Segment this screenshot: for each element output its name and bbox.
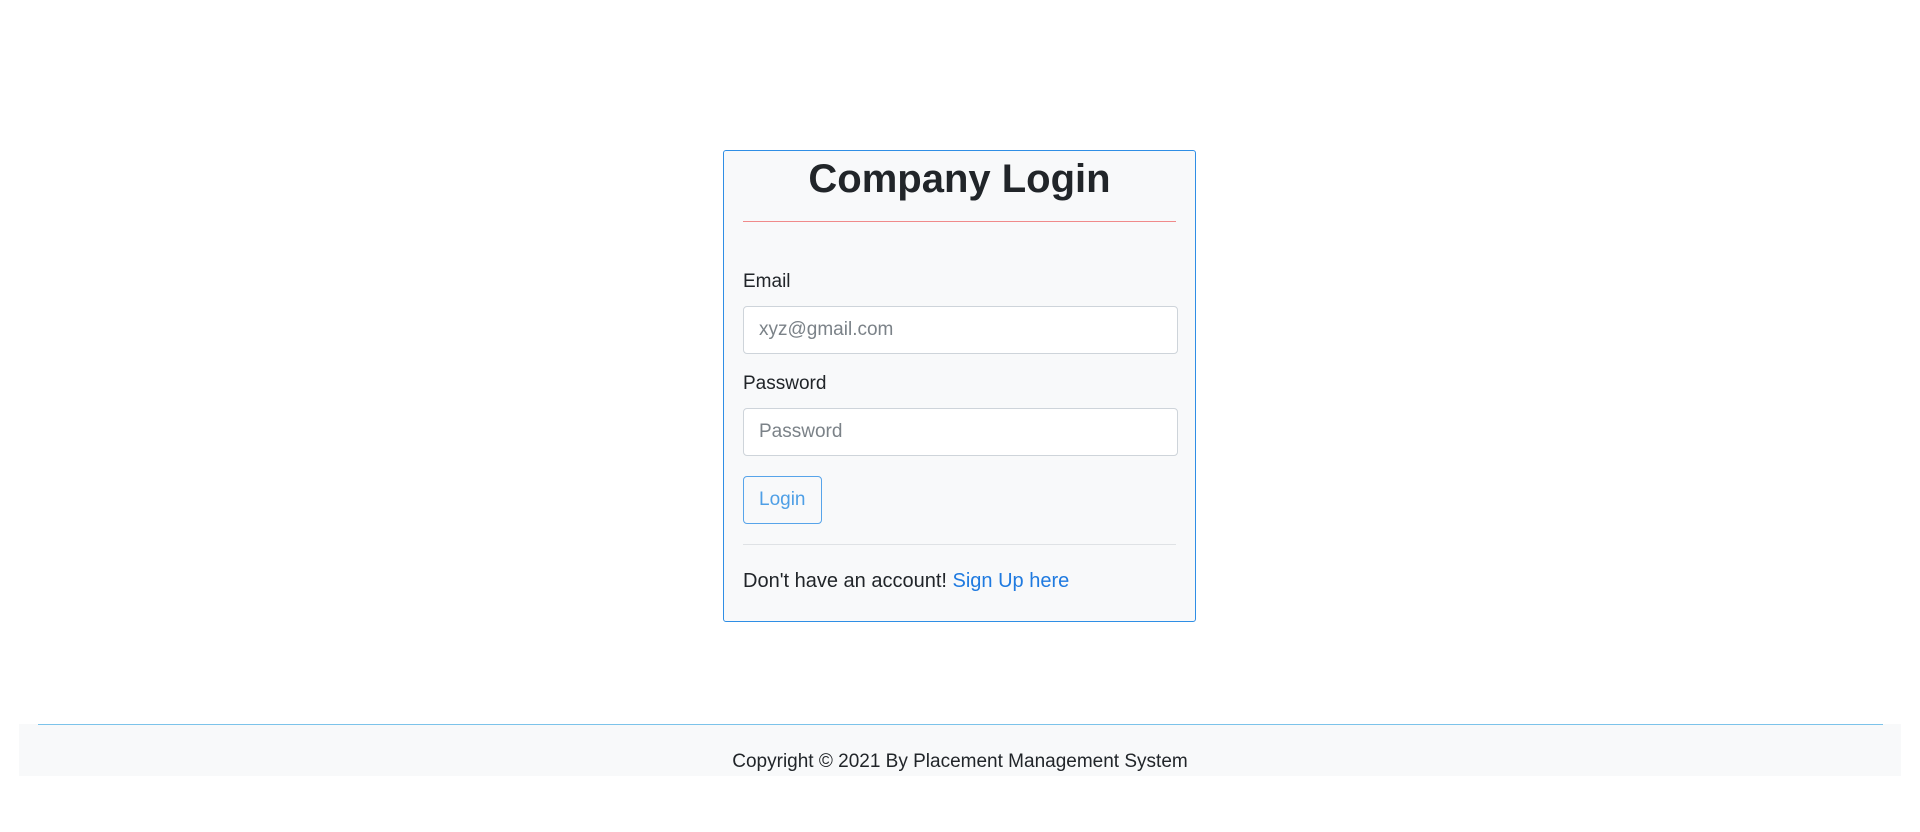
signup-link[interactable]: Sign Up here bbox=[953, 570, 1070, 592]
email-label: Email bbox=[743, 271, 791, 292]
footer-divider bbox=[38, 724, 1883, 725]
copyright-text: Copyright © 2021 By Placement Management… bbox=[732, 751, 1188, 772]
password-label: Password bbox=[743, 373, 827, 394]
login-card: Company Login Email Password Login Don't… bbox=[723, 150, 1196, 622]
title-divider bbox=[743, 221, 1176, 222]
form-divider bbox=[743, 544, 1176, 545]
email-field[interactable] bbox=[743, 306, 1178, 354]
login-button[interactable]: Login bbox=[743, 476, 822, 524]
signup-prompt-text: Don't have an account! bbox=[743, 570, 953, 592]
signup-prompt-line: Don't have an account! Sign Up here bbox=[743, 569, 1176, 593]
password-field[interactable] bbox=[743, 408, 1178, 456]
page-title: Company Login bbox=[808, 157, 1111, 201]
footer: Copyright © 2021 By Placement Management… bbox=[19, 724, 1901, 776]
